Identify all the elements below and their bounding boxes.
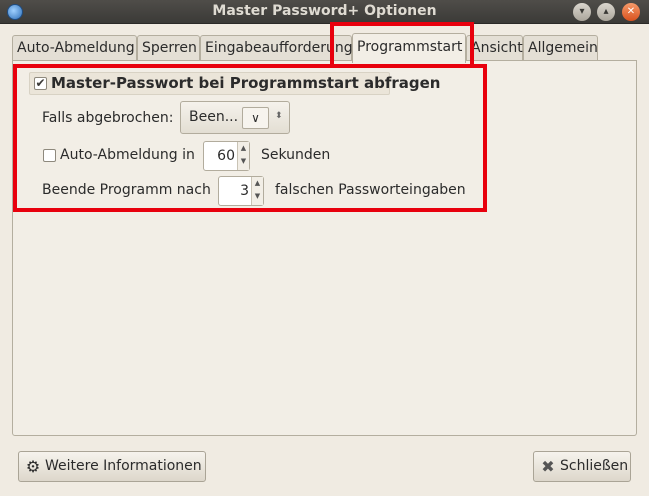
if-cancelled-value: Been... [189,109,239,125]
more-info-button[interactable]: ⚙ Weitere Informationen [18,451,206,482]
tab-programmstart[interactable]: Programmstart [352,33,466,63]
window-title: Master Password+ Optionen [212,3,437,19]
chevron-down-icon[interactable]: ∨ [242,107,269,129]
quit-after-label: Beende Programm nach [42,182,211,198]
auto-logout-unit: Sekunden [261,147,331,163]
quit-after-unit: falschen Passworteingaben [275,182,466,198]
gear-icon: ⚙ [25,457,41,476]
auto-logout-seconds-value: 60 [217,148,235,164]
auto-logout-label: Auto-Abmeldung in [60,147,195,163]
failed-attempts-value: 3 [240,183,249,199]
close-label: Schließen [560,458,629,474]
tab-allgemein[interactable]: Allgemein [523,35,598,61]
maximize-button[interactable]: ▴ [597,3,615,21]
tab-ansicht[interactable]: Ansicht [466,35,523,61]
tab-sperren[interactable]: Sperren [137,35,200,61]
tab-auto-abmeldung[interactable]: Auto-Abmeldung [12,35,137,61]
more-info-label: Weitere Informationen [45,458,202,474]
spin-arrows-icon[interactable]: ▲ ▼ [237,142,249,170]
close-button[interactable]: ✖ Schließen [533,451,631,482]
close-x-icon: ✖ [541,457,555,476]
if-cancelled-label: Falls abgebrochen: [42,110,174,126]
spin-arrows-icon[interactable]: ▲ ▼ [251,177,263,205]
title-bar: Master Password+ Optionen ▾ ▴ ✕ [0,0,649,24]
if-cancelled-dropdown[interactable]: Been... ∨ ⬍ [180,101,290,134]
ask-master-password-label: Master-Passwort bei Programmstart abfrag… [51,74,441,92]
minimize-button[interactable]: ▾ [573,3,591,21]
auto-logout-checkbox[interactable] [43,149,56,162]
dropdown-handle-icon: ⬍ [275,111,283,121]
ask-master-password-checkbox[interactable]: ✔ [34,77,47,90]
auto-logout-seconds-spinner[interactable]: 60 ▲ ▼ [203,141,250,171]
failed-attempts-spinner[interactable]: 3 ▲ ▼ [218,176,264,206]
tab-eingabeaufforderung[interactable]: Eingabeaufforderung [200,35,353,61]
close-window-button[interactable]: ✕ [622,3,640,21]
